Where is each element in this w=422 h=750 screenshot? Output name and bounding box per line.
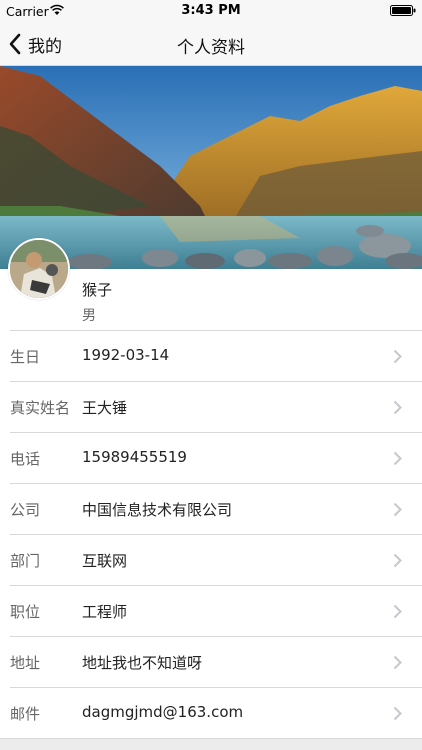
info-label: 职位 bbox=[10, 603, 41, 621]
info-value: 工程师 bbox=[82, 603, 128, 621]
chevron-right-icon bbox=[393, 400, 402, 415]
profile-banner-image bbox=[0, 66, 422, 269]
info-row-department[interactable]: 部门 互联网 bbox=[10, 534, 422, 585]
back-button[interactable]: 我的 bbox=[8, 22, 62, 66]
bottom-divider bbox=[0, 738, 422, 750]
profile-name: 猴子 bbox=[82, 281, 113, 299]
info-row-birthday[interactable]: 生日 1992-03-14 bbox=[10, 330, 422, 381]
info-label: 邮件 bbox=[10, 705, 41, 723]
chevron-left-icon bbox=[9, 33, 21, 55]
info-row-company[interactable]: 公司 中国信息技术有限公司 bbox=[10, 483, 422, 534]
chevron-right-icon bbox=[393, 349, 402, 364]
info-value: 地址我也不知道呀 bbox=[82, 654, 203, 672]
info-value: 15989455519 bbox=[82, 448, 187, 466]
chevron-right-icon bbox=[393, 553, 402, 568]
info-label: 地址 bbox=[10, 654, 41, 672]
info-label: 部门 bbox=[10, 552, 41, 570]
info-label: 生日 bbox=[10, 348, 41, 366]
info-row-email[interactable]: 邮件 dagmgjmd@163.com bbox=[10, 687, 422, 738]
chevron-right-icon bbox=[393, 706, 402, 721]
info-row-phone[interactable]: 电话 15989455519 bbox=[10, 432, 422, 483]
info-row-real-name[interactable]: 真实姓名 王大锤 bbox=[10, 381, 422, 432]
battery-icon bbox=[390, 5, 416, 16]
chevron-right-icon bbox=[393, 502, 402, 517]
avatar[interactable] bbox=[8, 238, 70, 300]
info-label: 公司 bbox=[10, 501, 41, 519]
info-value: 互联网 bbox=[82, 552, 128, 570]
info-row-position[interactable]: 职位 工程师 bbox=[10, 585, 422, 636]
back-label: 我的 bbox=[28, 36, 62, 57]
info-row-address[interactable]: 地址 地址我也不知道呀 bbox=[10, 636, 422, 687]
profile-info-list: 生日 1992-03-14 真实姓名 王大锤 电话 15989455519 公司… bbox=[0, 330, 422, 738]
chevron-right-icon bbox=[393, 451, 402, 466]
info-label: 真实姓名 bbox=[10, 399, 71, 417]
status-bar: Carrier 3:43 PM bbox=[0, 0, 422, 22]
page-title: 个人资料 bbox=[177, 38, 245, 58]
info-value: 1992-03-14 bbox=[82, 346, 170, 364]
chevron-right-icon bbox=[393, 604, 402, 619]
navigation-bar: 我的 个人资料 bbox=[0, 22, 422, 66]
info-value: 中国信息技术有限公司 bbox=[82, 501, 233, 519]
profile-gender: 男 bbox=[82, 308, 96, 324]
info-value: 王大锤 bbox=[82, 399, 128, 417]
chevron-right-icon bbox=[393, 655, 402, 670]
info-value: dagmgjmd@163.com bbox=[82, 703, 244, 721]
status-time: 3:43 PM bbox=[181, 3, 241, 18]
info-label: 电话 bbox=[10, 450, 41, 468]
